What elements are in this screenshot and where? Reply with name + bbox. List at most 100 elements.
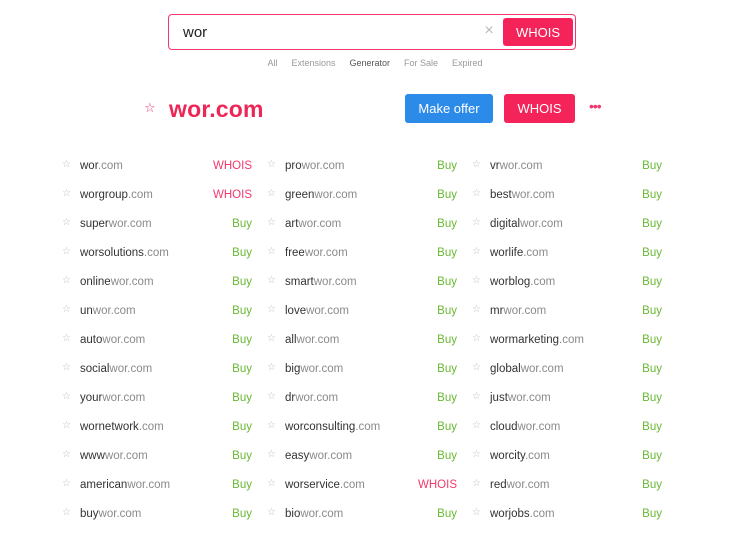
star-icon[interactable]: ☆	[267, 333, 276, 344]
tab-expired[interactable]: Expired	[452, 58, 483, 68]
star-icon[interactable]: ☆	[62, 246, 71, 257]
star-icon[interactable]: ☆	[472, 507, 481, 518]
star-icon[interactable]: ☆	[62, 188, 71, 199]
star-icon[interactable]: ☆	[267, 507, 276, 518]
domain-name-link[interactable]: wwwwor.com	[80, 450, 148, 462]
whois-link[interactable]: WHOIS	[418, 479, 457, 491]
star-icon[interactable]: ☆	[267, 217, 276, 228]
buy-link[interactable]: Buy	[642, 392, 662, 404]
star-icon[interactable]: ☆	[472, 391, 481, 402]
buy-link[interactable]: Buy	[642, 363, 662, 375]
buy-link[interactable]: Buy	[232, 218, 252, 230]
star-icon[interactable]: ☆	[62, 304, 71, 315]
clear-icon[interactable]: ×	[481, 23, 497, 39]
domain-name-link[interactable]: worlife.com	[490, 247, 548, 259]
make-offer-button[interactable]: Make offer	[405, 94, 493, 123]
star-icon[interactable]: ☆	[472, 159, 481, 170]
favorite-star-icon[interactable]: ☆	[144, 100, 156, 116]
whois-link[interactable]: WHOIS	[213, 189, 252, 201]
star-icon[interactable]: ☆	[472, 449, 481, 460]
domain-name-link[interactable]: onlinewor.com	[80, 276, 154, 288]
domain-name-link[interactable]: americanwor.com	[80, 479, 170, 491]
buy-link[interactable]: Buy	[642, 508, 662, 520]
domain-name-link[interactable]: worservice.com	[285, 479, 365, 491]
domain-name-link[interactable]: buywor.com	[80, 508, 141, 520]
search-input[interactable]	[183, 21, 473, 43]
domain-name-link[interactable]: socialwor.com	[80, 363, 152, 375]
star-icon[interactable]: ☆	[472, 362, 481, 373]
star-icon[interactable]: ☆	[267, 362, 276, 373]
buy-link[interactable]: Buy	[642, 276, 662, 288]
buy-link[interactable]: Buy	[642, 247, 662, 259]
buy-link[interactable]: Buy	[437, 508, 457, 520]
domain-name-link[interactable]: worcity.com	[490, 450, 550, 462]
star-icon[interactable]: ☆	[267, 275, 276, 286]
buy-link[interactable]: Buy	[232, 392, 252, 404]
buy-link[interactable]: Buy	[232, 450, 252, 462]
buy-link[interactable]: Buy	[642, 305, 662, 317]
domain-name-link[interactable]: smartwor.com	[285, 276, 357, 288]
domain-name-link[interactable]: drwor.com	[285, 392, 338, 404]
domain-name-link[interactable]: greenwor.com	[285, 189, 357, 201]
domain-name-link[interactable]: worsolutions.com	[80, 247, 169, 259]
buy-link[interactable]: Buy	[232, 508, 252, 520]
domain-name-link[interactable]: freewor.com	[285, 247, 348, 259]
domain-name-link[interactable]: worjobs.com	[490, 508, 555, 520]
domain-name-link[interactable]: wornetwork.com	[80, 421, 164, 433]
buy-link[interactable]: Buy	[437, 334, 457, 346]
star-icon[interactable]: ☆	[62, 333, 71, 344]
buy-link[interactable]: Buy	[642, 479, 662, 491]
star-icon[interactable]: ☆	[267, 478, 276, 489]
star-icon[interactable]: ☆	[267, 159, 276, 170]
buy-link[interactable]: Buy	[437, 189, 457, 201]
buy-link[interactable]: Buy	[232, 421, 252, 433]
buy-link[interactable]: Buy	[437, 450, 457, 462]
buy-link[interactable]: Buy	[642, 218, 662, 230]
domain-name-link[interactable]: mrwor.com	[490, 305, 546, 317]
star-icon[interactable]: ☆	[62, 449, 71, 460]
buy-link[interactable]: Buy	[437, 421, 457, 433]
domain-name-link[interactable]: unwor.com	[80, 305, 136, 317]
buy-link[interactable]: Buy	[437, 276, 457, 288]
buy-link[interactable]: Buy	[232, 305, 252, 317]
domain-name-link[interactable]: allwor.com	[285, 334, 339, 346]
star-icon[interactable]: ☆	[472, 246, 481, 257]
star-icon[interactable]: ☆	[267, 420, 276, 431]
buy-link[interactable]: Buy	[437, 160, 457, 172]
buy-link[interactable]: Buy	[232, 334, 252, 346]
buy-link[interactable]: Buy	[232, 276, 252, 288]
domain-name-link[interactable]: redwor.com	[490, 479, 549, 491]
domain-name-link[interactable]: globalwor.com	[490, 363, 564, 375]
domain-name-link[interactable]: worblog.com	[490, 276, 555, 288]
domain-name-link[interactable]: artwor.com	[285, 218, 341, 230]
tab-generator[interactable]: Generator	[349, 58, 390, 68]
star-icon[interactable]: ☆	[472, 275, 481, 286]
domain-name-link[interactable]: wor.com	[80, 160, 123, 172]
star-icon[interactable]: ☆	[472, 217, 481, 228]
star-icon[interactable]: ☆	[62, 275, 71, 286]
buy-link[interactable]: Buy	[232, 247, 252, 259]
domain-name-link[interactable]: easywor.com	[285, 450, 352, 462]
domain-name-link[interactable]: vrwor.com	[490, 160, 542, 172]
star-icon[interactable]: ☆	[267, 246, 276, 257]
domain-name-link[interactable]: superwor.com	[80, 218, 152, 230]
domain-name-link[interactable]: worgroup.com	[80, 189, 153, 201]
star-icon[interactable]: ☆	[62, 217, 71, 228]
star-icon[interactable]: ☆	[267, 449, 276, 460]
more-options-icon[interactable]: •••	[589, 98, 602, 114]
buy-link[interactable]: Buy	[232, 479, 252, 491]
star-icon[interactable]: ☆	[62, 159, 71, 170]
star-icon[interactable]: ☆	[472, 188, 481, 199]
star-icon[interactable]: ☆	[267, 304, 276, 315]
whois-button[interactable]: WHOIS	[504, 94, 575, 123]
domain-name-link[interactable]: digitalwor.com	[490, 218, 563, 230]
buy-link[interactable]: Buy	[437, 392, 457, 404]
buy-link[interactable]: Buy	[437, 247, 457, 259]
buy-link[interactable]: Buy	[437, 218, 457, 230]
domain-name-link[interactable]: cloudwor.com	[490, 421, 560, 433]
tab-for-sale[interactable]: For Sale	[404, 58, 438, 68]
domain-name-link[interactable]: autowor.com	[80, 334, 145, 346]
star-icon[interactable]: ☆	[472, 420, 481, 431]
star-icon[interactable]: ☆	[472, 304, 481, 315]
tab-extensions[interactable]: Extensions	[291, 58, 335, 68]
